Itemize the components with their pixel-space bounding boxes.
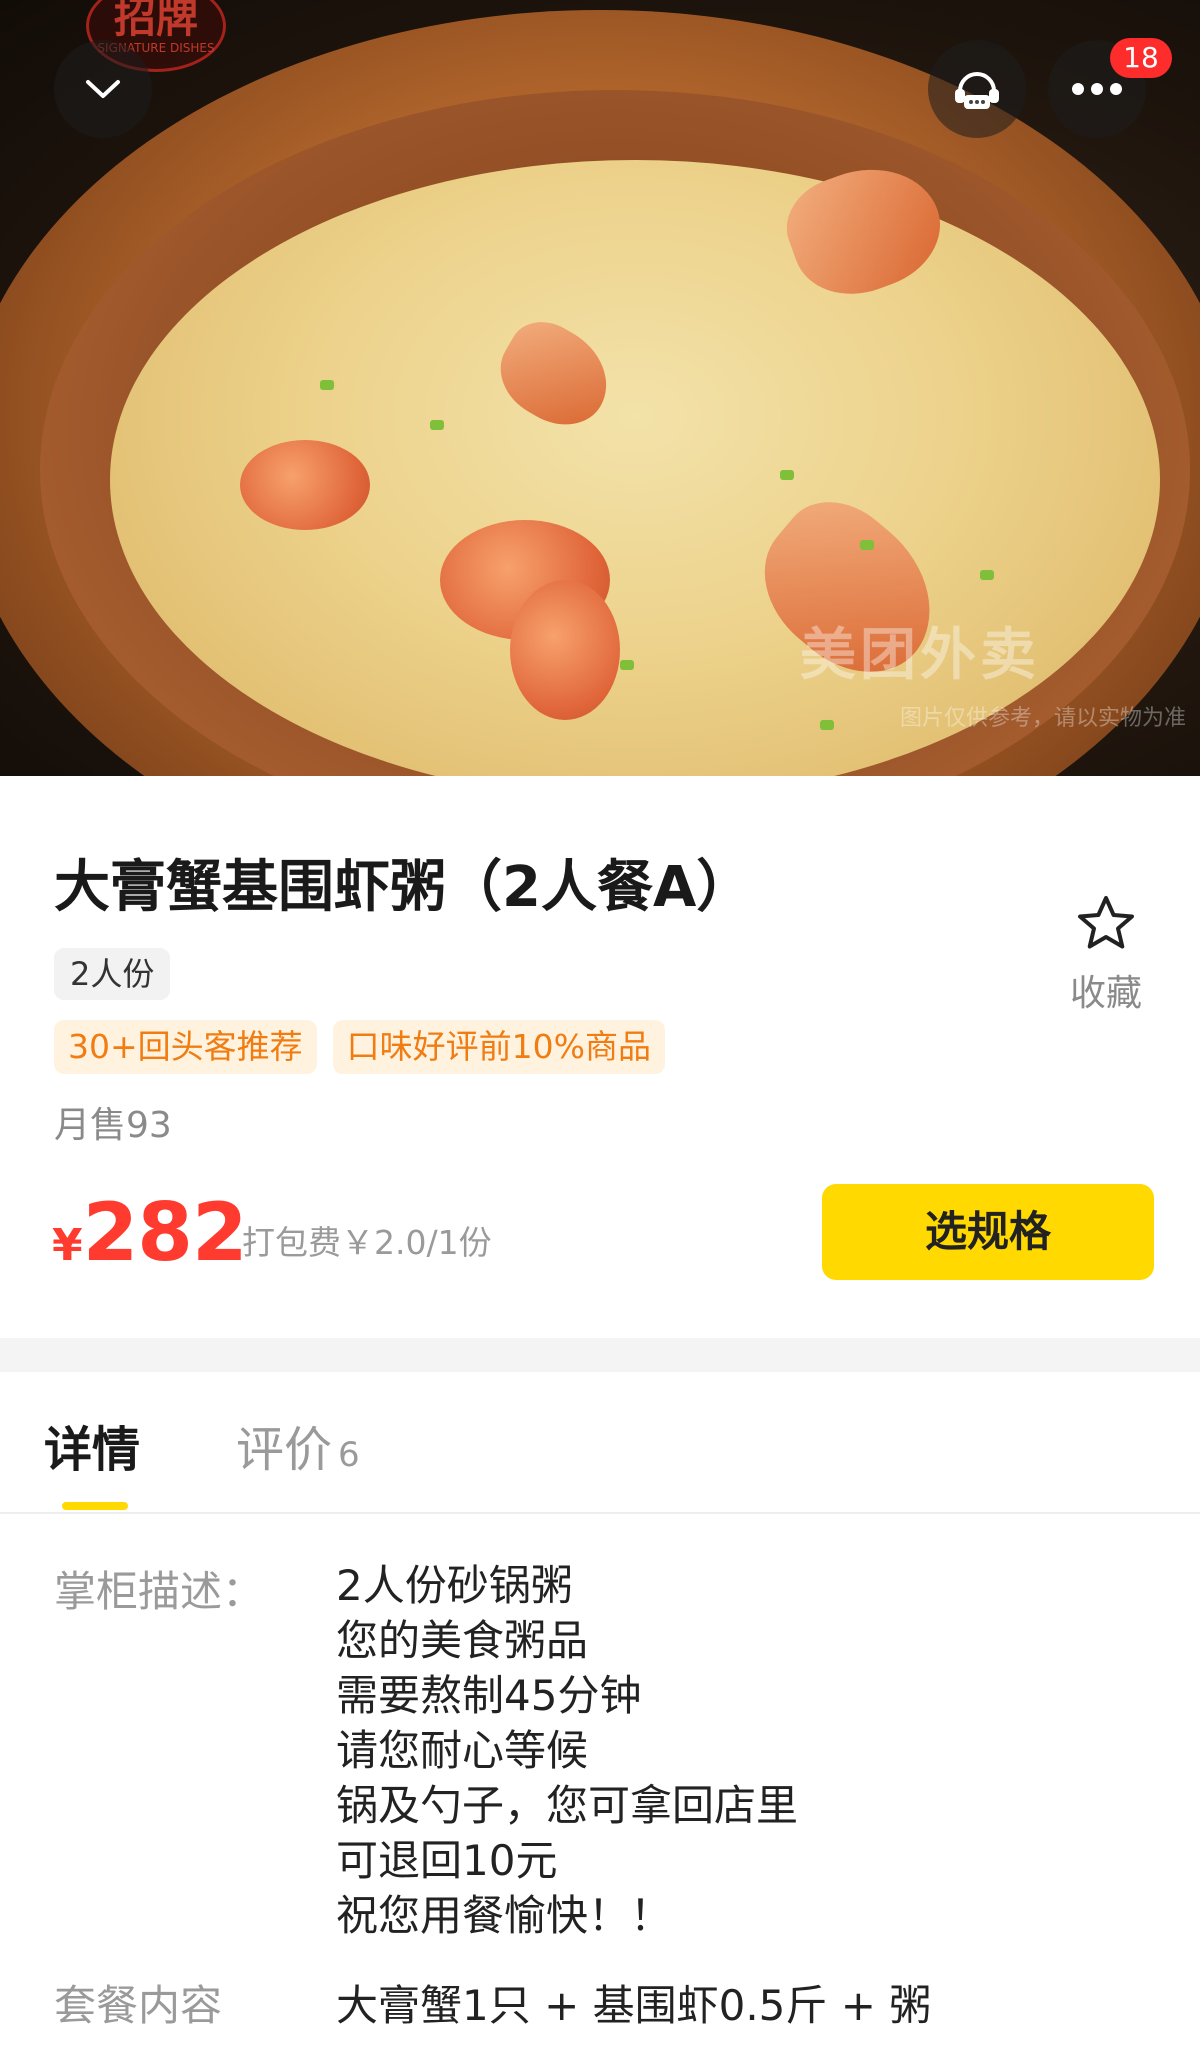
scallion: [620, 660, 634, 670]
favorite-label: 收藏: [1069, 973, 1142, 1014]
product-title: 大膏蟹基围虾粥（2人餐A）: [54, 855, 753, 920]
favorite-button[interactable]: 收藏: [1062, 894, 1150, 1016]
price-amount: 282: [82, 1186, 248, 1279]
more-icon: [1072, 83, 1122, 95]
description-label: 掌柜描述：: [54, 1567, 265, 1616]
customer-service-button[interactable]: [928, 40, 1026, 138]
watermark: 美团外卖: [800, 623, 1040, 688]
scallion: [980, 570, 994, 580]
packing-fee: 打包费￥2.0/1份: [242, 1223, 492, 1262]
product-image[interactable]: 招牌 SIGNATURE DISHES 美团外卖 图片仅供参考，请以实物为准: [0, 0, 1200, 776]
active-tab-indicator: [62, 1502, 128, 1510]
section-gap: [0, 1338, 1200, 1372]
chevron-down-icon: [86, 80, 120, 98]
description-line: 需要熬制45分钟: [336, 1671, 642, 1720]
package-value: 大膏蟹1只 + 基围虾0.5斤 + 粥: [336, 1981, 932, 2030]
watermark-note: 图片仅供参考，请以实物为准: [900, 706, 1187, 731]
description-text: 2人份砂锅粥 您的美食粥品 需要熬制45分钟 请您耐心等候 锅及勺子，您可拿回店…: [336, 1558, 798, 1943]
product-tags: 30+回头客推荐 口味好评前10%商品: [54, 1020, 666, 1074]
tab-review-label: 评价: [236, 1422, 333, 1478]
tab-detail-label: 详情: [44, 1422, 141, 1478]
description-line: 您的美食粥品: [336, 1616, 589, 1665]
tag-returning-customers: 30+回头客推荐: [54, 1020, 317, 1074]
description-line: 锅及勺子，您可拿回店里: [336, 1781, 799, 1830]
tab-review[interactable]: 评价 6: [236, 1410, 360, 1480]
scallion: [430, 420, 444, 430]
monthly-sales: 月售93: [54, 1105, 172, 1146]
collapse-button[interactable]: [54, 40, 152, 138]
cart-count-badge: 18: [1110, 38, 1172, 78]
scallion: [780, 470, 794, 480]
tab-detail[interactable]: 详情: [44, 1410, 140, 1480]
tag-top-rated: 口味好评前10%商品: [332, 1020, 666, 1074]
customer-service-icon: [955, 72, 999, 109]
currency-symbol: ¥: [52, 1220, 83, 1271]
star-icon: [1078, 896, 1134, 949]
scallion: [320, 380, 334, 390]
description-line: 可退回10元: [336, 1836, 558, 1885]
description-line: 祝您用餐愉快！！: [336, 1891, 673, 1940]
review-count: 6: [338, 1435, 360, 1475]
price: ¥282: [52, 1186, 248, 1279]
scallion: [860, 540, 874, 550]
description-line: 2人份砂锅粥: [336, 1561, 573, 1610]
tab-divider: [0, 1512, 1200, 1514]
shrimp: [240, 440, 370, 530]
scallion: [820, 720, 834, 730]
select-spec-button[interactable]: 选规格: [822, 1184, 1154, 1280]
shrimp: [510, 580, 620, 720]
portion-tag: 2人份: [54, 948, 171, 1000]
package-label: 套餐内容: [54, 1981, 223, 2030]
description-line: 请您耐心等候: [336, 1726, 589, 1775]
